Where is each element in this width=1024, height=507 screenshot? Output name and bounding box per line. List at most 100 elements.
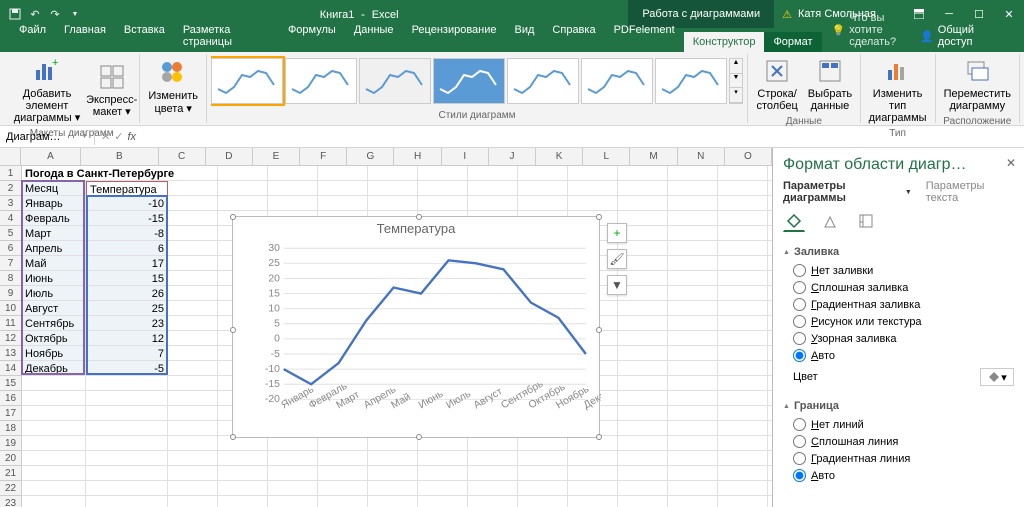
col-header-G[interactable]: G (347, 148, 394, 166)
cell-M23[interactable] (668, 496, 718, 507)
cell-A10[interactable]: Август (22, 301, 86, 316)
cell-L22[interactable] (618, 481, 668, 496)
cell-F1[interactable] (318, 166, 368, 181)
border-section-header[interactable]: ▲Граница (783, 396, 1014, 416)
border-option-0[interactable]: Нет линий (783, 416, 1014, 433)
chart-styles-button[interactable]: 🖌 (607, 249, 627, 269)
cell-A5[interactable]: Март (22, 226, 86, 241)
cell-A12[interactable]: Октябрь (22, 331, 86, 346)
cell-G3[interactable] (368, 196, 418, 211)
row-header-23[interactable]: 23 (0, 496, 22, 507)
cell-A18[interactable] (22, 421, 86, 436)
cell-A9[interactable]: Июль (22, 286, 86, 301)
cell-A2[interactable]: Месяц (22, 181, 86, 196)
cell-D21[interactable] (218, 466, 268, 481)
cell-H21[interactable] (418, 466, 468, 481)
cell-M5[interactable] (668, 226, 718, 241)
cell-N3[interactable] (718, 196, 768, 211)
cell-M3[interactable] (668, 196, 718, 211)
chart-resize-handle[interactable] (230, 327, 236, 333)
cell-A19[interactable] (22, 436, 86, 451)
cell-H1[interactable] (418, 166, 468, 181)
gallery-scroll[interactable]: ▲▼▾ (729, 58, 743, 104)
row-header-6[interactable]: 6 (0, 241, 22, 256)
row-header-11[interactable]: 11 (0, 316, 22, 331)
cell-C4[interactable] (168, 211, 218, 226)
cell-A6[interactable]: Апрель (22, 241, 86, 256)
row-header-14[interactable]: 14 (0, 361, 22, 376)
tab-справка[interactable]: Справка (543, 20, 604, 52)
cell-J21[interactable] (518, 466, 568, 481)
tab-формулы[interactable]: Формулы (279, 20, 345, 52)
cell-L18[interactable] (618, 421, 668, 436)
cell-A21[interactable] (22, 466, 86, 481)
cell-N15[interactable] (718, 376, 768, 391)
cell-N12[interactable] (718, 331, 768, 346)
row-header-17[interactable]: 17 (0, 406, 22, 421)
cell-A4[interactable]: Февраль (22, 211, 86, 226)
cell-I23[interactable] (468, 496, 518, 507)
cell-M18[interactable] (668, 421, 718, 436)
cell-L16[interactable] (618, 391, 668, 406)
fill-option-5[interactable]: Авто (783, 347, 1014, 364)
cell-I21[interactable] (468, 466, 518, 481)
cell-M13[interactable] (668, 346, 718, 361)
cell-C8[interactable] (168, 271, 218, 286)
row-header-9[interactable]: 9 (0, 286, 22, 301)
chart-style-5[interactable] (507, 58, 579, 104)
cell-D3[interactable] (218, 196, 268, 211)
cell-M22[interactable] (668, 481, 718, 496)
cell-A14[interactable]: Декабрь (22, 361, 86, 376)
cell-M10[interactable] (668, 301, 718, 316)
cell-H2[interactable] (418, 181, 468, 196)
cell-F22[interactable] (318, 481, 368, 496)
cell-N11[interactable] (718, 316, 768, 331)
cell-J1[interactable] (518, 166, 568, 181)
cell-F20[interactable] (318, 451, 368, 466)
cell-C14[interactable] (168, 361, 218, 376)
chart-style-7[interactable] (655, 58, 727, 104)
chart-resize-handle[interactable] (416, 214, 422, 220)
cell-L1[interactable] (618, 166, 668, 181)
chart-elements-button[interactable]: + (607, 223, 627, 243)
fill-option-0[interactable]: Нет заливки (783, 262, 1014, 279)
pane-close-button[interactable]: ✕ (1006, 156, 1016, 170)
cell-C11[interactable] (168, 316, 218, 331)
fill-option-1[interactable]: Сплошная заливка (783, 279, 1014, 296)
fill-line-icon[interactable] (783, 210, 805, 232)
formula-bar[interactable] (142, 135, 1024, 139)
cell-H3[interactable] (418, 196, 468, 211)
cell-M9[interactable] (668, 286, 718, 301)
chart-styles-gallery[interactable] (211, 56, 727, 106)
tab-данные[interactable]: Данные (345, 20, 403, 52)
row-header-2[interactable]: 2 (0, 181, 22, 196)
cell-G19[interactable] (368, 436, 418, 451)
cell-G21[interactable] (368, 466, 418, 481)
col-header-J[interactable]: J (489, 148, 536, 166)
cell-I19[interactable] (468, 436, 518, 451)
tab-вид[interactable]: Вид (506, 20, 544, 52)
cell-N21[interactable] (718, 466, 768, 481)
fill-section-header[interactable]: ▲Заливка (783, 242, 1014, 262)
cell-K22[interactable] (568, 481, 618, 496)
tab-главная[interactable]: Главная (55, 20, 115, 52)
cell-N19[interactable] (718, 436, 768, 451)
cell-B21[interactable] (86, 466, 168, 481)
cell-E22[interactable] (268, 481, 318, 496)
cell-B23[interactable] (86, 496, 168, 507)
cell-E21[interactable] (268, 466, 318, 481)
cell-M12[interactable] (668, 331, 718, 346)
cell-E23[interactable] (268, 496, 318, 507)
cell-L10[interactable] (618, 301, 668, 316)
cell-L12[interactable] (618, 331, 668, 346)
row-header-18[interactable]: 18 (0, 421, 22, 436)
cell-B19[interactable] (86, 436, 168, 451)
select-all-corner[interactable] (0, 148, 21, 166)
cell-C15[interactable] (168, 376, 218, 391)
row-header-1[interactable]: 1 (0, 166, 22, 181)
chart-resize-handle[interactable] (416, 434, 422, 440)
cell-L17[interactable] (618, 406, 668, 421)
chart-options-tab[interactable]: Параметры диаграммы ▼ (783, 180, 912, 204)
cell-B17[interactable] (86, 406, 168, 421)
tab-pdfelement[interactable]: PDFelement (605, 20, 684, 52)
